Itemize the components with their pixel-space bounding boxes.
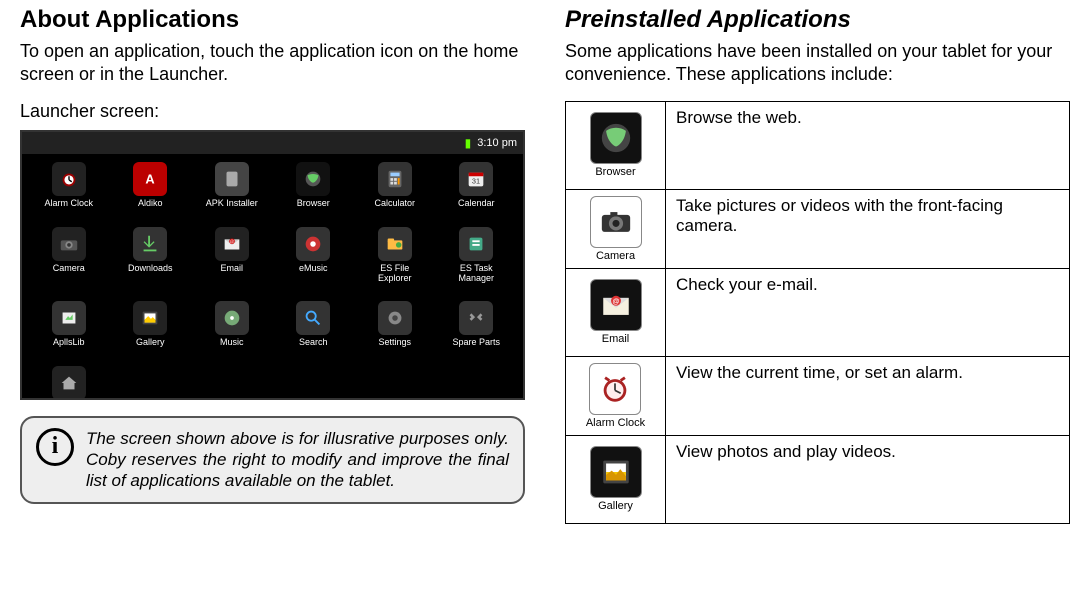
about-heading: About Applications [20,6,525,34]
calendar-icon: 31 [459,162,493,196]
app-es-task-manager: ES Task Manager [440,227,514,284]
svg-text:@: @ [612,298,619,306]
home-icon [52,366,86,399]
alarm-clock-app-icon [589,363,641,415]
app-calendar: 31Calendar [440,162,514,209]
preinstalled-table: Browser Browse the web. Camera Take pict… [565,101,1070,524]
app-search: Search [277,301,351,348]
emusic-icon [296,227,330,261]
app-apllslib: ApllsLib [32,301,106,348]
table-row: Camera Take pictures or videos with the … [566,189,1070,268]
camera-desc: Take pictures or videos with the front-f… [666,189,1070,268]
app-settings: Settings [358,301,432,348]
app-music: Music [195,301,269,348]
es-task-manager-icon [459,227,493,261]
browser-app-icon [590,112,642,164]
table-row: @ Email Check your e-mail. [566,268,1070,356]
gallery-desc: View photos and play videos. [666,435,1070,523]
status-bar: ▮ 3:10 pm [22,132,523,154]
app-camera: Camera [32,227,106,284]
apllslib-icon [52,301,86,335]
launcher-label: Launcher screen: [20,101,525,122]
app-calculator: Calculator [358,162,432,209]
search-icon [296,301,330,335]
info-icon: i [36,428,74,466]
launcher-screenshot: ▮ 3:10 pm Alarm Clock AAldiko APK Instal… [20,130,525,400]
es-file-explorer-icon [378,227,412,261]
camera-app-icon [590,196,642,248]
app-apk-installer: APK Installer [195,162,269,209]
app-aldiko: AAldiko [114,162,188,209]
alarm-clock-icon [52,162,86,196]
svg-text:@: @ [229,239,234,244]
about-intro: To open an application, touch the applic… [20,40,525,87]
music-icon [215,301,249,335]
app-emusic: eMusic [277,227,351,284]
table-row: Browser Browse the web. [566,101,1070,189]
app-grid: Alarm Clock AAldiko APK Installer Browse… [32,162,513,400]
gallery-app-icon [590,446,642,498]
camera-icon [52,227,86,261]
gallery-icon [133,301,167,335]
app-email: @Email [195,227,269,284]
apk-installer-icon [215,162,249,196]
downloads-icon [133,227,167,261]
settings-icon [378,301,412,335]
preinstalled-intro: Some applications have been installed on… [565,40,1070,87]
email-icon: @ [215,227,249,261]
alarm-desc: View the current time, or set an alarm. [666,356,1070,435]
app-downloads: Downloads [114,227,188,284]
email-desc: Check your e-mail. [666,268,1070,356]
calculator-icon [378,162,412,196]
status-time: 3:10 pm [477,137,517,149]
battery-icon: ▮ [465,136,472,150]
app-home [32,366,106,399]
svg-text:31: 31 [472,176,480,185]
right-column: Preinstalled Applications Some applicati… [545,6,1080,600]
svg-text:A: A [146,171,155,186]
info-note-box: i The screen shown above is for illusrat… [20,416,525,504]
browser-icon [296,162,330,196]
app-browser: Browser [277,162,351,209]
browser-desc: Browse the web. [666,101,1070,189]
email-app-icon: @ [590,279,642,331]
preinstalled-heading: Preinstalled Applications [565,6,1070,34]
table-row: Gallery View photos and play videos. [566,435,1070,523]
aldiko-icon: A [133,162,167,196]
info-note-text: The screen shown above is for illusrativ… [86,428,509,492]
app-gallery: Gallery [114,301,188,348]
app-spare-parts: Spare Parts [440,301,514,348]
table-row: Alarm Clock View the current time, or se… [566,356,1070,435]
left-column: About Applications To open an applicatio… [10,6,545,600]
app-alarm-clock: Alarm Clock [32,162,106,209]
app-es-file-explorer: ES File Explorer [358,227,432,284]
spare-parts-icon [459,301,493,335]
